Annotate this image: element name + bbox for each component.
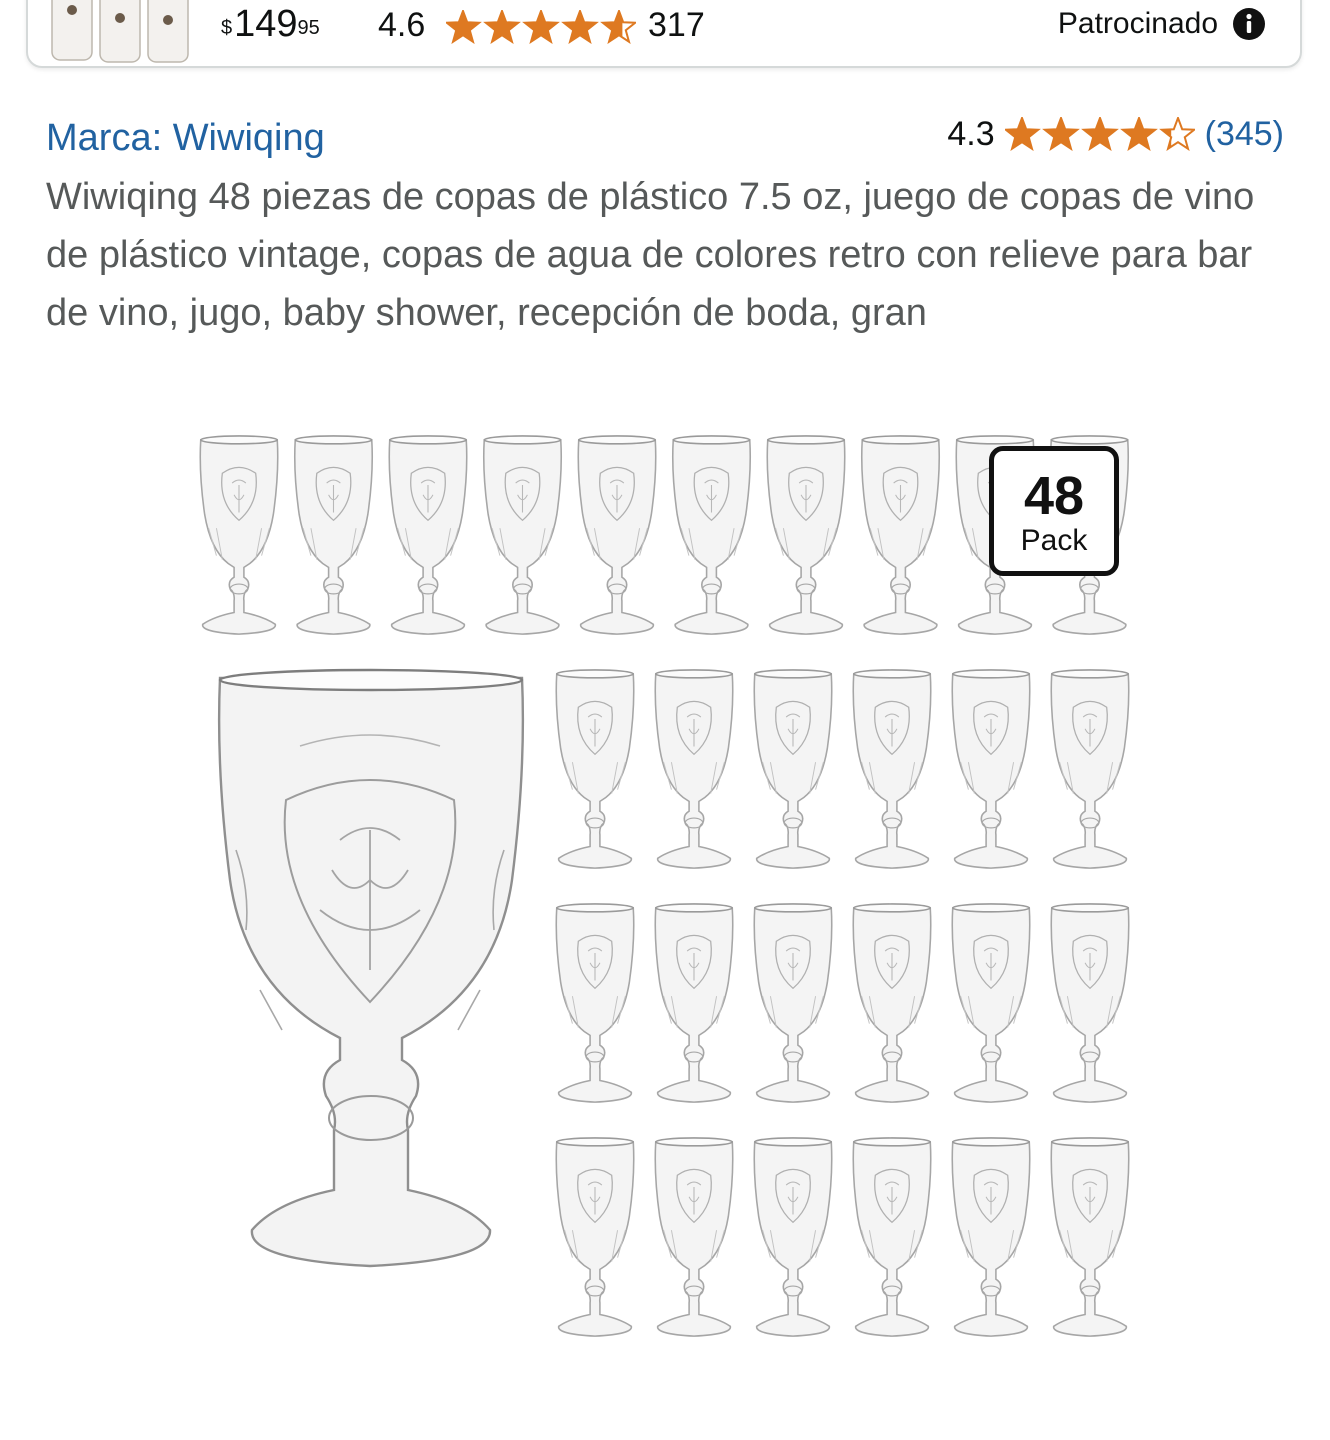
goblet-glass — [654, 903, 734, 1103]
sponsored-ad-card[interactable]: $14995 4.6 317 Patrocinado — [26, 0, 1302, 68]
star-fill — [485, 11, 519, 42]
price-whole: 149 — [234, 3, 298, 45]
goblet-glass — [852, 1137, 932, 1337]
info-icon[interactable] — [1232, 7, 1266, 41]
goblet-glass — [654, 669, 734, 869]
goblet-glass — [753, 903, 833, 1103]
goblet-glass — [766, 435, 846, 635]
goblet-glass — [951, 669, 1031, 869]
goblet-glass — [951, 903, 1031, 1103]
goblet-glass — [753, 669, 833, 869]
pack-size-badge: 48 Pack — [989, 446, 1119, 576]
product-rating[interactable]: 4.3 (345) — [947, 114, 1284, 154]
star-fill — [1044, 118, 1077, 149]
product-review-count[interactable]: (345) — [1205, 114, 1284, 154]
goblet-glass — [753, 1137, 833, 1337]
price-currency-symbol: $ — [221, 17, 233, 39]
goblet-glass — [852, 669, 932, 869]
ad-review-count[interactable]: 317 — [648, 6, 705, 44]
ad-rating-value: 4.6 — [378, 6, 426, 44]
ad-price: $14995 — [221, 4, 320, 44]
goblet-glass — [951, 1137, 1031, 1337]
goblet-glass — [860, 435, 941, 635]
goblet-glass — [555, 1137, 635, 1337]
product-rating-value: 4.3 — [947, 115, 995, 153]
sponsored-label: Patrocinado — [1057, 7, 1218, 40]
goblet-glass — [555, 903, 635, 1103]
goblet-glass — [199, 435, 279, 635]
brand-link[interactable]: Marca: Wiwiqing — [46, 116, 325, 160]
pack-size-label: Pack — [1020, 524, 1088, 557]
star-fill — [563, 11, 597, 42]
ad-product-thumbnail[interactable] — [48, 0, 196, 64]
goblet-glass — [1050, 1137, 1130, 1337]
product-title[interactable]: Wiwiqing 48 piezas de copas de plástico … — [46, 168, 1286, 342]
goblet-glass — [852, 903, 932, 1103]
goblet-glass — [1050, 669, 1130, 869]
star-fill — [1122, 118, 1155, 149]
featured-goblet — [217, 668, 525, 1268]
ad-star-rating — [446, 10, 636, 44]
star-fill — [446, 11, 480, 42]
product-star-rating — [1004, 117, 1195, 151]
goblet-glass — [388, 435, 468, 635]
goblet-glass — [482, 435, 563, 635]
sponsored-label-group[interactable]: Patrocinado — [1058, 6, 1266, 42]
price-cents: 95 — [297, 17, 320, 39]
star-fill — [1083, 118, 1116, 149]
goblet-glass — [654, 1137, 734, 1337]
goblet-glass — [577, 435, 657, 635]
goblet-glass — [1050, 903, 1130, 1103]
goblet-glass — [293, 435, 374, 635]
pack-size-number: 48 — [1023, 466, 1085, 526]
goblet-glass — [555, 669, 635, 869]
star-fill — [1005, 118, 1038, 149]
star-fill — [524, 11, 558, 42]
goblet-glass — [671, 435, 752, 635]
